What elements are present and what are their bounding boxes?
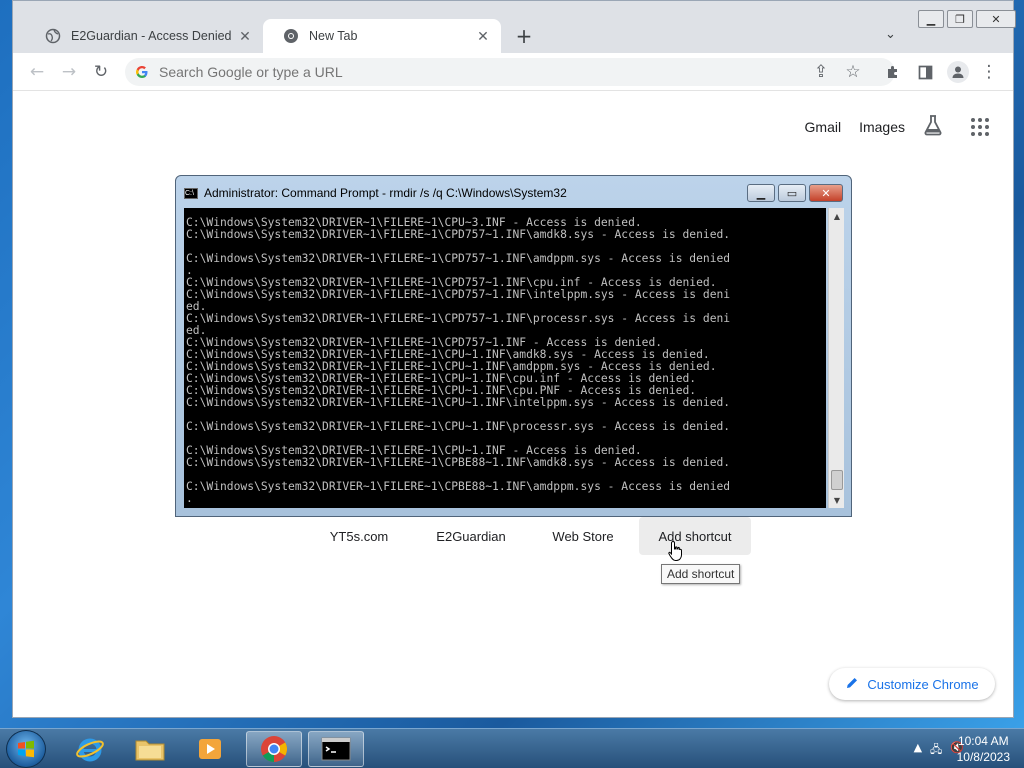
tab-title: E2Guardian - Access Denied [71, 29, 232, 43]
taskbar-explorer[interactable] [122, 731, 178, 767]
cmd-close-button[interactable]: ✕ [809, 184, 843, 202]
scroll-down-icon[interactable]: ▼ [829, 492, 845, 508]
google-g-icon [125, 65, 159, 79]
tab-new-tab[interactable]: New Tab ✕ [263, 19, 501, 53]
reload-icon[interactable]: ↻ [91, 62, 111, 82]
images-link[interactable]: Images [859, 119, 905, 135]
maximize-button[interactable]: ❐ [947, 10, 973, 28]
tooltip: Add shortcut [661, 564, 741, 584]
chrome-icon [261, 736, 287, 762]
start-button[interactable] [6, 730, 46, 768]
cmd-title: Administrator: Command Prompt - rmdir /s… [204, 186, 567, 200]
browser-toolbar: ← → ↻ ⇪ ☆ ⋮ [13, 53, 1013, 91]
tab-strip: E2Guardian - Access Denied ✕ New Tab ✕ +… [13, 1, 1016, 53]
shortcut-e2guardian[interactable]: E2Guardian [415, 517, 527, 555]
network-icon[interactable]: 🖧 [930, 741, 942, 760]
cmd-window-controls: ▁ ▭ ✕ [747, 184, 843, 202]
customize-chrome-button[interactable]: Customize Chrome [829, 668, 995, 700]
new-tab-button[interactable]: + [513, 24, 535, 48]
command-prompt-window: C:\ Administrator: Command Prompt - rmdi… [175, 175, 852, 517]
add-shortcut-button[interactable]: Add shortcut [639, 517, 751, 555]
share-icon[interactable]: ⇪ [811, 62, 831, 82]
ntp-header-links: Gmail Images [805, 114, 989, 139]
bookmark-star-icon[interactable]: ☆ [843, 62, 863, 82]
omnibox[interactable] [125, 58, 895, 86]
taskbar-command-prompt[interactable] [308, 731, 364, 767]
side-panel-icon[interactable] [915, 62, 935, 82]
taskbar-chrome[interactable] [246, 731, 302, 767]
minimize-button[interactable]: ▁ [918, 10, 944, 28]
media-player-icon [199, 739, 221, 759]
customize-chrome-label: Customize Chrome [867, 676, 979, 692]
cmd-titlebar[interactable]: C:\ Administrator: Command Prompt - rmdi… [184, 184, 567, 202]
taskbar-clock[interactable]: 10:04 AM 10/8/2023 [957, 733, 1010, 765]
close-window-button[interactable]: ✕ [976, 10, 1016, 28]
hand-cursor-icon [668, 540, 684, 566]
scroll-thumb[interactable] [831, 470, 843, 490]
scroll-up-icon[interactable]: ▲ [829, 208, 845, 224]
window-controls: ▁ ❐ ✕ [915, 10, 1016, 28]
cmd-scrollbar[interactable]: ▲ ▼ [828, 208, 844, 508]
tab-search-chevron-icon[interactable]: ⌄ [885, 27, 896, 42]
taskbar-media-player[interactable] [182, 731, 238, 767]
tab-close-icon[interactable]: ✕ [475, 28, 491, 44]
clock-date: 10/8/2023 [956, 750, 1010, 764]
console-output[interactable]: C:\Windows\System32\DRIVER~1\FILERE~1\CP… [184, 208, 826, 508]
tray-expand-icon[interactable]: ▲ [914, 741, 922, 760]
shortcut-web-store[interactable]: Web Store [527, 517, 639, 555]
apps-grid-icon[interactable] [971, 117, 989, 136]
windows-logo-icon [18, 740, 34, 758]
tab-title: New Tab [309, 29, 358, 43]
kebab-menu-icon[interactable]: ⋮ [979, 62, 999, 82]
back-arrow-icon[interactable]: ← [27, 62, 47, 82]
folder-icon [135, 740, 165, 761]
labs-flask-icon[interactable] [923, 114, 943, 139]
extensions-puzzle-icon[interactable] [883, 62, 903, 82]
chrome-icon [283, 28, 299, 44]
cmd-minimize-button[interactable]: ▁ [747, 184, 775, 202]
tab-close-icon[interactable]: ✕ [237, 28, 253, 44]
pencil-icon [845, 676, 859, 693]
clock-time: 10:04 AM [957, 734, 1009, 748]
cmd-icon [321, 737, 351, 761]
cmd-app-icon: C:\ [184, 187, 198, 199]
shortcut-yt5s[interactable]: YT5s.com [303, 517, 415, 555]
tab-e2guardian[interactable]: E2Guardian - Access Denied ✕ [25, 19, 263, 53]
omnibox-input[interactable] [159, 64, 779, 80]
forward-arrow-icon[interactable]: → [59, 62, 79, 82]
globe-icon [45, 28, 61, 44]
cmd-maximize-button[interactable]: ▭ [778, 184, 806, 202]
taskbar: ▲ 🖧 🔇 10:04 AM 10/8/2023 [0, 728, 1024, 768]
internet-explorer-icon [76, 738, 104, 762]
gmail-link[interactable]: Gmail [805, 119, 842, 135]
taskbar-internet-explorer[interactable] [62, 731, 118, 767]
profile-avatar-icon[interactable] [947, 61, 969, 83]
console-text: C:\Windows\System32\DRIVER~1\FILERE~1\CP… [186, 216, 731, 505]
